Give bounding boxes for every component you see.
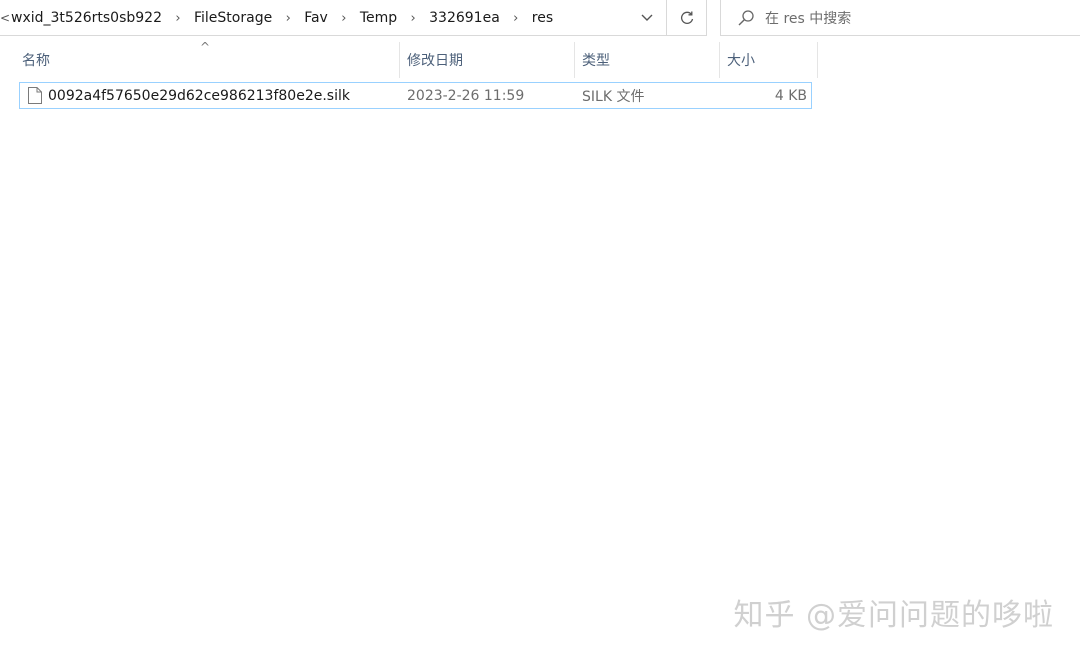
column-header-name-label: 名称 xyxy=(22,53,50,69)
file-size: 4 KB xyxy=(774,87,807,104)
column-header-date[interactable]: 修改日期 xyxy=(400,42,575,78)
breadcrumb-overflow-icon[interactable]: < xyxy=(0,11,10,25)
file-list-item[interactable]: 0092a4f57650e29d62ce986213f80e2e.silk 20… xyxy=(19,82,812,109)
column-header-date-label: 修改日期 xyxy=(407,53,463,69)
address-bar[interactable]: < wxid_3t526rts0sb922 › FileStorage › Fa… xyxy=(0,0,707,36)
breadcrumb-item-res[interactable]: res xyxy=(529,10,556,26)
file-icon xyxy=(28,87,42,104)
search-placeholder: 在 res 中搜索 xyxy=(765,10,852,27)
column-header-size-label: 大小 xyxy=(727,53,755,69)
search-icon xyxy=(738,9,754,25)
breadcrumb-separator-icon[interactable]: › xyxy=(503,11,529,26)
file-type: SILK 文件 xyxy=(582,88,645,105)
chevron-down-icon xyxy=(641,14,653,21)
column-header-type[interactable]: 类型 xyxy=(575,42,720,78)
breadcrumb-separator-icon[interactable]: › xyxy=(331,11,357,26)
breadcrumb-item-332691ea[interactable]: 332691ea xyxy=(426,10,503,26)
search-input[interactable]: 在 res 中搜索 xyxy=(720,0,1080,36)
file-explorer-window: < wxid_3t526rts0sb922 › FileStorage › Fa… xyxy=(0,0,1080,656)
file-name: 0092a4f57650e29d62ce986213f80e2e.silk xyxy=(48,87,350,104)
refresh-icon xyxy=(680,11,693,24)
breadcrumb-separator-icon[interactable]: › xyxy=(400,11,426,26)
address-history-button[interactable] xyxy=(632,0,662,36)
breadcrumb: < wxid_3t526rts0sb922 › FileStorage › Fa… xyxy=(0,0,556,36)
watermark: 知乎 @爱问问题的哆啦 xyxy=(733,598,1054,633)
file-modified-date: 2023-2-26 11:59 xyxy=(407,87,525,104)
breadcrumb-item-filestorage[interactable]: FileStorage xyxy=(191,10,275,26)
breadcrumb-item-temp[interactable]: Temp xyxy=(357,10,400,26)
breadcrumb-item-wxid[interactable]: wxid_3t526rts0sb922 xyxy=(8,10,165,26)
column-header-name[interactable]: 名称 xyxy=(15,42,400,78)
breadcrumb-item-fav[interactable]: Fav xyxy=(301,10,331,26)
column-header-size[interactable]: 大小 xyxy=(720,42,818,78)
refresh-button[interactable] xyxy=(666,0,706,36)
breadcrumb-separator-icon[interactable]: › xyxy=(275,11,301,26)
breadcrumb-separator-icon[interactable]: › xyxy=(165,11,191,26)
column-header-type-label: 类型 xyxy=(582,53,610,69)
column-header-row: ^ 名称 修改日期 类型 大小 xyxy=(0,41,818,78)
